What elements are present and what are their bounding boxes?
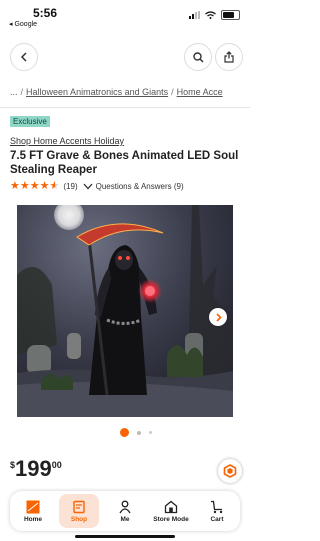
wifi-icon xyxy=(205,11,216,19)
brand-link[interactable]: Shop Home Accents Holiday xyxy=(10,136,124,146)
person-icon xyxy=(119,500,131,513)
star-icon: ★ xyxy=(10,180,20,192)
share-button[interactable] xyxy=(215,43,243,71)
tab-label: Cart xyxy=(210,515,224,523)
signal-icon xyxy=(189,11,200,19)
image-carousel-dots xyxy=(120,428,152,437)
chevron-left-icon xyxy=(20,52,27,62)
chevron-right-icon xyxy=(215,312,222,322)
tab-store-mode[interactable]: Store Mode xyxy=(151,494,191,528)
star-icon: ★ xyxy=(19,180,30,192)
back-to-google-link[interactable]: ◂ Google xyxy=(9,20,37,28)
home-indicator xyxy=(75,535,175,538)
price-cents: 00 xyxy=(51,460,62,470)
status-time: 5:56 xyxy=(33,6,58,20)
divider xyxy=(0,107,250,108)
shop-icon xyxy=(73,500,85,513)
product-image[interactable] xyxy=(17,205,233,417)
exclusive-badge: Exclusive xyxy=(10,116,50,127)
tab-label: Store Mode xyxy=(153,515,189,523)
half-star-icon: ★ xyxy=(49,180,60,192)
carousel-dot-active[interactable] xyxy=(120,428,129,437)
status-icons xyxy=(189,10,240,20)
rating-row: ★ ★ ★ ★ ★ (19) Questions & Answers (9) xyxy=(10,180,184,192)
breadcrumb-item-home-accents[interactable]: Home Acce xyxy=(177,87,223,97)
breadcrumb: ... / Halloween Animatronics and Giants / Ho… xyxy=(10,87,223,97)
status-bar: 5:56 ◂ Google xyxy=(0,0,250,34)
questions-answers-link[interactable]: Questions & Answers (9) xyxy=(83,182,184,191)
back-button[interactable] xyxy=(10,43,38,71)
bottom-tab-bar: Home Shop Me Store Mode Cart xyxy=(10,491,240,531)
breadcrumb-ellipsis[interactable]: ... xyxy=(10,87,18,97)
star-rating[interactable]: ★ ★ ★ ★ ★ xyxy=(10,180,59,192)
reaper-product-image xyxy=(17,205,233,417)
review-count[interactable]: (19) xyxy=(63,182,77,191)
home-depot-logo-icon xyxy=(26,500,40,513)
chevron-down-icon xyxy=(83,183,93,189)
qa-label: Questions & Answers (9) xyxy=(95,181,184,191)
carousel-dot[interactable] xyxy=(149,431,152,434)
cart-icon xyxy=(211,500,223,513)
product-title: 7.5 FT Grave & Bones Animated LED Soul S… xyxy=(10,150,239,176)
carousel-dot[interactable] xyxy=(137,430,141,435)
search-button[interactable] xyxy=(184,43,212,71)
search-icon xyxy=(192,51,204,63)
breadcrumb-item-halloween-animatronics[interactable]: Halloween Animatronics and Giants xyxy=(26,87,168,97)
battery-icon xyxy=(221,10,240,20)
star-icon: ★ xyxy=(29,180,40,192)
tab-label: Shop xyxy=(70,515,88,523)
tab-me[interactable]: Me xyxy=(105,494,145,528)
price: $ 199 00 xyxy=(10,458,62,480)
tab-shop[interactable]: Shop xyxy=(59,494,99,528)
share-icon xyxy=(224,51,234,63)
store-icon xyxy=(164,500,178,513)
price-dollars: 199 xyxy=(15,456,52,481)
tab-label: Me xyxy=(120,515,130,523)
tab-cart[interactable]: Cart xyxy=(197,494,237,528)
hexagon-icon xyxy=(223,464,237,478)
next-image-button[interactable] xyxy=(209,308,227,326)
star-icon: ★ xyxy=(39,180,50,192)
floating-action-button[interactable] xyxy=(218,459,242,483)
tab-label: Home xyxy=(23,515,43,523)
tab-home[interactable]: Home xyxy=(13,494,53,528)
